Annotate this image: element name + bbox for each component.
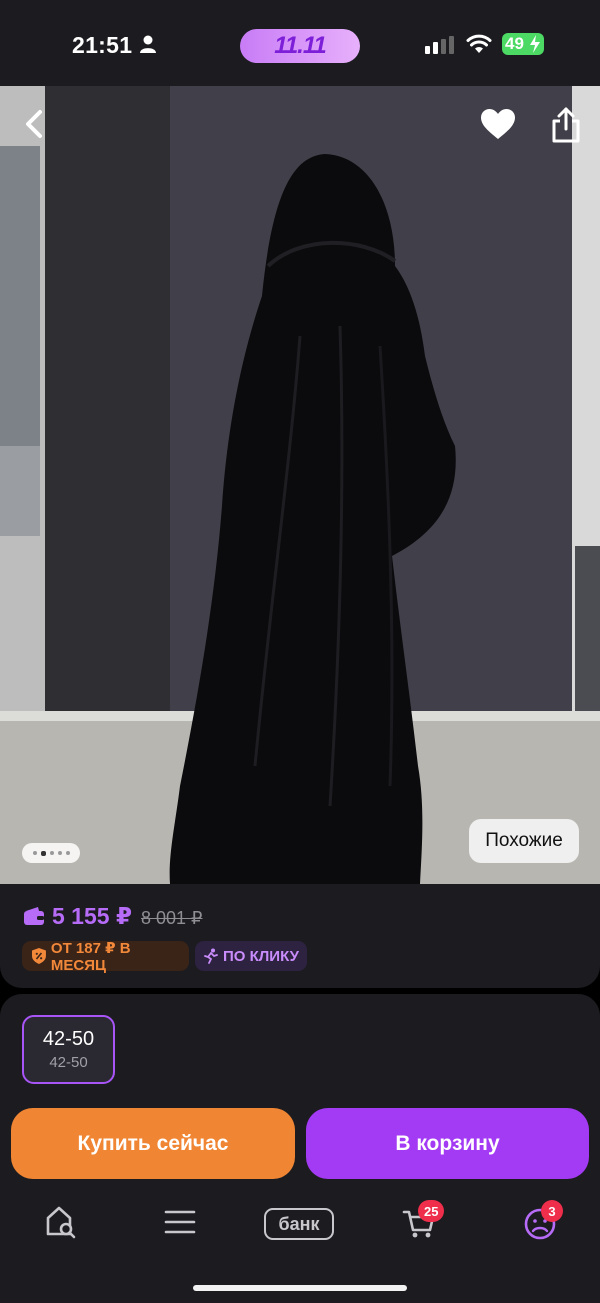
installment-label: ОТ 187 ₽ В МЕСЯЦ — [50, 939, 131, 974]
add-to-cart-button[interactable]: В корзину — [306, 1108, 589, 1179]
pagination-dot-active — [40, 850, 46, 856]
pagination-dot — [32, 851, 37, 855]
profile-notification-badge: 3 — [541, 1200, 563, 1222]
home-search-icon — [46, 1206, 76, 1239]
promo-label: 11.11 — [274, 32, 326, 59]
buy-now-button[interactable]: Купить сейчас — [11, 1108, 295, 1179]
battery-level: 49 — [505, 34, 524, 53]
similar-button[interactable]: Похожие — [469, 819, 579, 863]
tab-home[interactable] — [44, 1200, 78, 1248]
status-bar: 21:51 11.11 49 — [0, 0, 600, 86]
charging-bolt-icon — [530, 35, 540, 53]
cart-count-badge: 25 — [418, 1200, 445, 1222]
one-click-badge[interactable]: ПО КЛИКУ — [195, 941, 307, 971]
favorite-heart-icon[interactable] — [480, 108, 516, 140]
size-main-label: 42-50 — [42, 1028, 95, 1050]
promo-badge[interactable]: 11.11 — [240, 29, 360, 63]
wifi-icon — [466, 34, 492, 53]
pagination-dot — [49, 851, 54, 855]
running-person-icon — [204, 948, 218, 964]
old-price: 8 001 ₽ — [141, 908, 203, 928]
share-icon[interactable] — [550, 106, 582, 144]
installment-badge[interactable]: ОТ 187 ₽ В МЕСЯЦ — [22, 939, 189, 974]
current-price: 5 155 ₽ — [52, 903, 132, 929]
back-chevron-icon[interactable] — [20, 106, 50, 142]
one-click-label: ПО КЛИКУ — [223, 947, 299, 965]
bank-label: банк — [264, 1208, 334, 1240]
pagination-dot — [57, 851, 62, 855]
cellular-signal-icon — [425, 36, 454, 54]
tab-bank[interactable]: банк — [264, 1200, 336, 1248]
shield-discount-icon — [32, 948, 46, 964]
tab-catalog[interactable] — [164, 1200, 196, 1248]
size-sub-label: 42-50 — [49, 1054, 88, 1071]
status-time: 21:51 — [72, 32, 133, 58]
photo-pagination-dots — [22, 843, 80, 863]
product-photo[interactable] — [0, 86, 600, 884]
person-icon — [140, 35, 156, 53]
size-option-selected[interactable]: 42-50 42-50 — [22, 1015, 115, 1084]
wallet-icon — [24, 907, 44, 925]
pagination-dot — [65, 851, 70, 855]
home-indicator — [193, 1285, 407, 1291]
menu-icon — [164, 1210, 196, 1234]
product-image — [0, 86, 600, 884]
